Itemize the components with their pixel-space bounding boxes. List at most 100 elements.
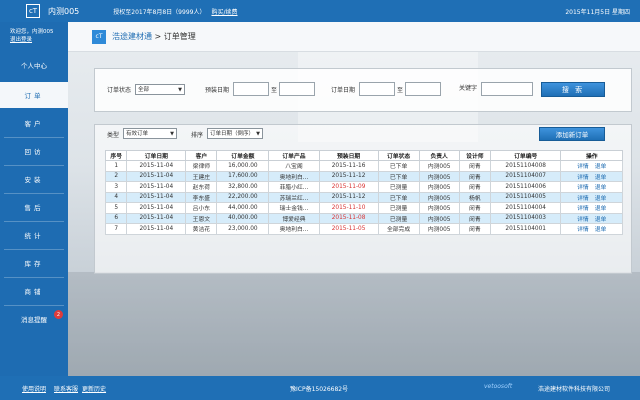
column-header: 预装日期 [318, 150, 379, 161]
detail-link[interactable]: 详情 [577, 196, 589, 202]
sidebar-item-visits[interactable]: 回访 [0, 138, 68, 164]
footer-link-changelog[interactable]: 更新历史 [82, 384, 106, 393]
cell-preinstall-date: 2015-11-16 [318, 160, 379, 172]
footer-link-help[interactable]: 使用说明 [22, 384, 46, 393]
cell-actions: 详情 退单 [560, 212, 623, 224]
sidebar: 欢迎您，内测005 退出登录 个人中心 订单 客户 回访 安装 售后 统计 库存… [0, 22, 68, 376]
cell-order-amount: 16,000.00 [216, 160, 270, 172]
cell-actions: 详情 退单 [560, 160, 623, 172]
table-row[interactable]: 2 2015-11-04 王建庄 17,600.00 奥地利白... 2015-11-12… [104, 170, 623, 182]
type-label: 类型 [107, 132, 120, 139]
sidebar-item-after-sales[interactable]: 售后 [0, 194, 68, 220]
order-date-to-input[interactable] [405, 82, 441, 96]
refund-link[interactable]: 退单 [595, 175, 607, 181]
cell-designer: 闵青 [458, 223, 491, 235]
sort-value: 订单日期（倒序） [210, 131, 255, 137]
sidebar-item-label: 商铺 [24, 288, 44, 296]
type-select[interactable]: 有效订单 ▼ [123, 128, 177, 139]
sort-select[interactable]: 订单日期（倒序） ▼ [207, 128, 263, 139]
orders-table-body: 1 2015-11-04 梁律师 16,000.00 八宝阁 2015-11-16 已下单内… [104, 160, 623, 235]
refund-link[interactable]: 退单 [595, 196, 607, 202]
table-row[interactable]: 5 2015-11-04 吕小东 44,000.00 瑞士金钱... 2015-11-10… [104, 202, 623, 214]
cell-preinstall-date: 2015-11-08 [318, 212, 379, 224]
company-name: 浩途建材软件科技有限公司 [538, 386, 611, 393]
keyword-input[interactable] [481, 82, 533, 96]
refund-link[interactable]: 退单 [595, 164, 607, 170]
cell-order-product: 奥地利白... [268, 170, 320, 182]
add-order-button[interactable]: 添加新订单 [539, 127, 605, 141]
cell-order-status: 已测量 [377, 202, 420, 214]
cell-owner: 内测005 [418, 223, 460, 235]
sidebar-item-orders[interactable]: 订单 [0, 82, 68, 108]
detail-link[interactable]: 详情 [577, 175, 589, 181]
cell-row-number: 2 [104, 170, 128, 182]
table-row[interactable]: 1 2015-11-04 梁律师 16,000.00 八宝阁 2015-11-16 已下单内… [104, 160, 623, 172]
table-row[interactable]: 6 2015-11-04 王恩文 40,000.00 博爱经典 2015-11-08 已测量… [104, 212, 623, 224]
cell-order-product: 八宝阁 [268, 160, 320, 172]
detail-link[interactable]: 详情 [577, 164, 589, 170]
detail-link[interactable]: 详情 [577, 185, 589, 191]
table-row[interactable]: 4 2015-11-04 李东盛 22,200.00 苏瑞兰红... 2015-11-12… [104, 191, 623, 203]
preinstall-date-to-label: 至 [271, 87, 278, 94]
cell-preinstall-date: 2015-11-05 [318, 223, 379, 235]
cell-customer-name: 王恩文 [185, 212, 218, 224]
sidebar-item-customers[interactable]: 客户 [0, 110, 68, 136]
renew-link[interactable]: 购买/续费 [211, 7, 237, 16]
order-status-label: 订单状态 [107, 87, 132, 94]
sidebar-item-install[interactable]: 安装 [0, 166, 68, 192]
cell-customer-name: 梁律师 [185, 160, 218, 172]
preinstall-date-to-input[interactable] [279, 82, 315, 96]
sidebar-item-messages[interactable]: 消息提醒 2 [0, 306, 68, 332]
cell-order-status: 已测量 [377, 212, 420, 224]
table-row[interactable]: 7 2015-11-04 黄洁花 23,000.00 奥地利白... 2015-11-05… [104, 223, 623, 235]
cell-order-status: 已下单 [377, 191, 420, 203]
sidebar-item-label: 统计 [24, 232, 44, 240]
order-status-select[interactable]: 全部 ▼ [135, 84, 185, 95]
sort-label: 排序 [191, 132, 204, 139]
sidebar-item-inventory[interactable]: 库存 [0, 250, 68, 276]
chevron-down-icon: ▼ [178, 87, 182, 93]
refund-link[interactable]: 退单 [595, 217, 607, 223]
sidebar-item-label: 客户 [24, 120, 44, 128]
column-header: 订单产品 [268, 150, 320, 161]
message-count-badge: 2 [54, 310, 63, 319]
refund-link[interactable]: 退单 [595, 206, 607, 212]
table-header-row: 序号 订单日期 客户 订单金额 订单产品 预装日期 订单状态 负责人 设计师 订… [104, 150, 623, 161]
cell-order-code: 20151104001 [489, 223, 562, 235]
detail-link[interactable]: 详情 [577, 217, 589, 223]
order-date-label: 订单日期 [331, 87, 356, 94]
footer-link-support[interactable]: 联系客服 [54, 384, 78, 393]
cell-actions: 详情 退单 [560, 170, 623, 182]
preinstall-date-from-input[interactable] [233, 82, 269, 96]
cell-order-amount: 40,000.00 [216, 212, 270, 224]
sidebar-item-label: 个人中心 [21, 62, 47, 70]
search-button[interactable]: 搜 索 [541, 82, 605, 97]
cell-order-product: 菲腊小红... [268, 181, 320, 193]
sidebar-item-shop[interactable]: 商铺 [0, 278, 68, 304]
background-decoration [68, 272, 640, 376]
cell-order-date: 2015-11-04 [126, 191, 187, 203]
cell-preinstall-date: 2015-11-09 [318, 181, 379, 193]
sidebar-item-label: 订单 [24, 92, 44, 100]
cell-customer-name: 李东盛 [185, 191, 218, 203]
cell-order-code: 20151104007 [489, 170, 562, 182]
detail-link[interactable]: 详情 [577, 206, 589, 212]
cell-row-number: 1 [104, 160, 128, 172]
sidebar-item-label: 库存 [24, 260, 44, 268]
order-date-from-input[interactable] [359, 82, 395, 96]
sidebar-item-personal-center[interactable]: 个人中心 [0, 52, 68, 78]
sidebar-item-statistics[interactable]: 统计 [0, 222, 68, 248]
cell-actions: 详情 退单 [560, 191, 623, 203]
refund-link[interactable]: 退单 [595, 185, 607, 191]
logout-link[interactable]: 退出登录 [10, 36, 62, 44]
detail-link[interactable]: 详情 [577, 227, 589, 233]
cell-owner: 内测005 [418, 160, 460, 172]
breadcrumb-brand[interactable]: 浩途建材通 [112, 32, 152, 41]
cell-order-code: 20151104005 [489, 191, 562, 203]
sidebar-item-label: 回访 [24, 148, 44, 156]
order-status-value: 全部 [138, 87, 150, 93]
column-header: 订单编号 [489, 150, 562, 161]
table-row[interactable]: 3 2015-11-04 赵东荷 32,800.00 菲腊小红... 2015-11-09… [104, 181, 623, 193]
breadcrumb-separator: > [152, 32, 164, 41]
refund-link[interactable]: 退单 [595, 227, 607, 233]
